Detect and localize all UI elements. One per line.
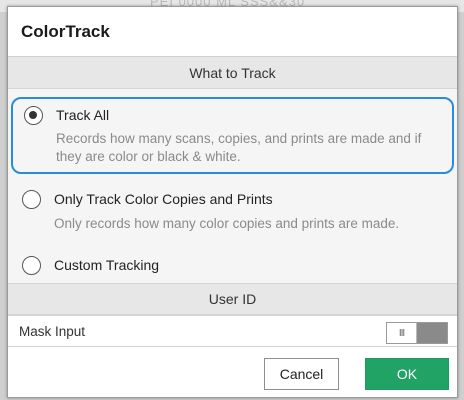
option-description: Records how many scans, copies, and prin… xyxy=(56,131,422,164)
dialog-footer: Cancel OK xyxy=(8,347,457,397)
radio-track-all[interactable] xyxy=(24,106,43,125)
option-label: Track All xyxy=(56,107,110,123)
radio-custom-tracking[interactable] xyxy=(22,256,41,275)
toggle-knob[interactable]: III xyxy=(387,323,417,343)
mask-input-toggle[interactable]: III xyxy=(386,322,448,344)
section-header-what-to-track: What to Track xyxy=(8,57,457,89)
option-only-track-color[interactable]: Only Track Color Copies and Prints Only … xyxy=(8,182,457,242)
mask-input-label: Mask Input xyxy=(19,324,86,339)
option-custom-tracking[interactable]: Custom Tracking xyxy=(8,248,457,284)
section-header-user-id: User ID xyxy=(8,283,457,315)
section-title: User ID xyxy=(208,291,257,307)
option-description: Only records how many color copies and p… xyxy=(54,216,400,231)
dialog-content: What to Track Track All Records how many… xyxy=(8,57,457,347)
radio-only-track-color[interactable] xyxy=(22,190,41,209)
toggle-track[interactable] xyxy=(417,323,447,343)
dialog-title: ColorTrack xyxy=(21,21,110,41)
cancel-button[interactable]: Cancel xyxy=(264,358,339,390)
option-label: Custom Tracking xyxy=(54,257,160,273)
option-track-all[interactable]: Track All Records how many scans, copies… xyxy=(11,97,454,174)
section-title: What to Track xyxy=(189,64,276,81)
colortrack-dialog: ColorTrack What to Track Track All Recor… xyxy=(7,6,458,398)
option-label: Only Track Color Copies and Prints xyxy=(54,191,273,207)
toggle-grip-icon: III xyxy=(398,327,405,339)
ok-button[interactable]: OK xyxy=(365,358,449,390)
mask-input-row: Mask Input III xyxy=(8,315,457,347)
dialog-title-bar: ColorTrack xyxy=(8,7,457,57)
